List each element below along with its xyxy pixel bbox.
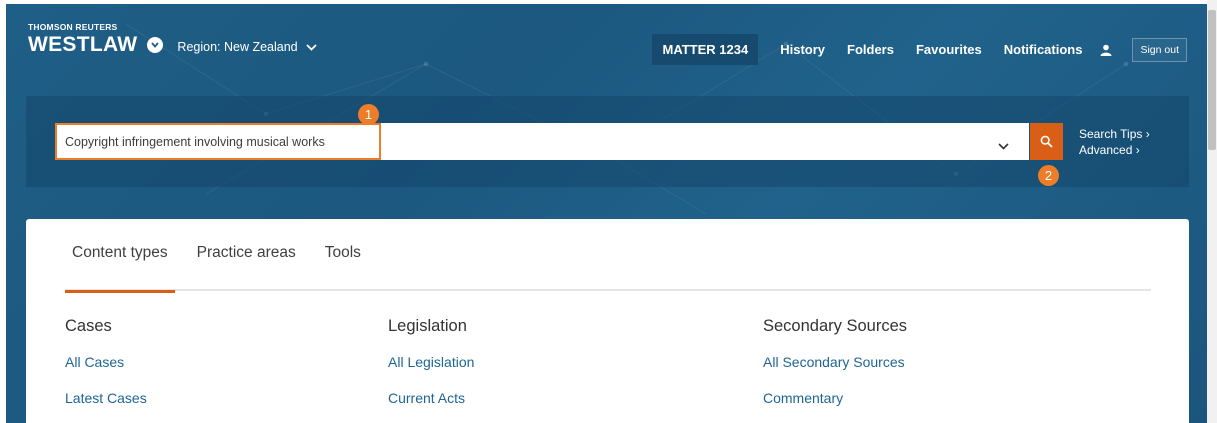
nav-history[interactable]: History	[780, 42, 825, 57]
sign-out-button[interactable]: Sign out	[1132, 37, 1187, 62]
nav-folders[interactable]: Folders	[847, 42, 894, 57]
user-icon[interactable]	[1100, 44, 1112, 56]
top-nav: MATTER 1234 History Folders Favourites N…	[652, 34, 1187, 65]
tab-tools[interactable]: Tools	[318, 244, 368, 291]
brand-company: THOMSON REUTERS	[28, 22, 118, 32]
legislation-heading: Legislation	[388, 317, 467, 335]
brand-product: WESTLAW	[28, 33, 138, 56]
annotation-badge-2: 2	[1038, 165, 1059, 186]
all-legislation-link[interactable]: All Legislation	[388, 354, 474, 370]
westlaw-page: THOMSON REUTERS WESTLAW Region: New Zeal…	[6, 4, 1207, 423]
search-icon	[1040, 135, 1053, 148]
nav-favourites[interactable]: Favourites	[916, 42, 982, 57]
secondary-sources-heading: Secondary Sources	[763, 317, 907, 335]
matter-button[interactable]: MATTER 1234	[652, 34, 759, 65]
search-history-chevron-down-icon[interactable]	[998, 137, 1009, 155]
search-box	[55, 123, 1029, 160]
content-card: Content types Practice areas Tools Cases…	[26, 219, 1189, 423]
cases-column: Cases All Cases Latest Cases	[65, 317, 147, 406]
region-label: Region: New Zealand	[177, 40, 298, 54]
search-input[interactable]	[55, 123, 381, 160]
search-panel: 1 2 Search Tips › Advanced ›	[26, 96, 1189, 187]
secondary-sources-column: Secondary Sources All Secondary Sources …	[763, 317, 907, 406]
page-scrollbar[interactable]	[1207, 0, 1217, 423]
legislation-column: Legislation All Legislation Current Acts	[388, 317, 474, 406]
cases-heading: Cases	[65, 317, 112, 335]
all-cases-link[interactable]: All Cases	[65, 354, 147, 370]
region-selector[interactable]: Region: New Zealand	[177, 40, 317, 54]
product-menu-chevron-down-icon[interactable]	[147, 37, 164, 53]
content-tabs: Content types Practice areas Tools	[65, 244, 1151, 293]
tab-practice-areas[interactable]: Practice areas	[190, 244, 303, 291]
commentary-link[interactable]: Commentary	[763, 390, 907, 406]
search-button[interactable]	[1030, 123, 1063, 160]
advanced-search-link[interactable]: Advanced ›	[1079, 142, 1150, 158]
chevron-down-icon	[306, 43, 317, 51]
current-acts-link[interactable]: Current Acts	[388, 390, 474, 406]
tab-content-types[interactable]: Content types	[65, 244, 175, 293]
latest-cases-link[interactable]: Latest Cases	[65, 390, 147, 406]
nav-notifications[interactable]: Notifications	[1004, 42, 1083, 57]
annotation-badge-1: 1	[358, 104, 379, 125]
all-secondary-sources-link[interactable]: All Secondary Sources	[763, 354, 907, 370]
search-links: Search Tips › Advanced ›	[1079, 126, 1150, 158]
scrollbar-thumb[interactable]	[1208, 10, 1216, 150]
search-tips-link[interactable]: Search Tips ›	[1079, 126, 1150, 142]
brand-logo: THOMSON REUTERS WESTLAW Region: New Zeal…	[28, 22, 317, 56]
